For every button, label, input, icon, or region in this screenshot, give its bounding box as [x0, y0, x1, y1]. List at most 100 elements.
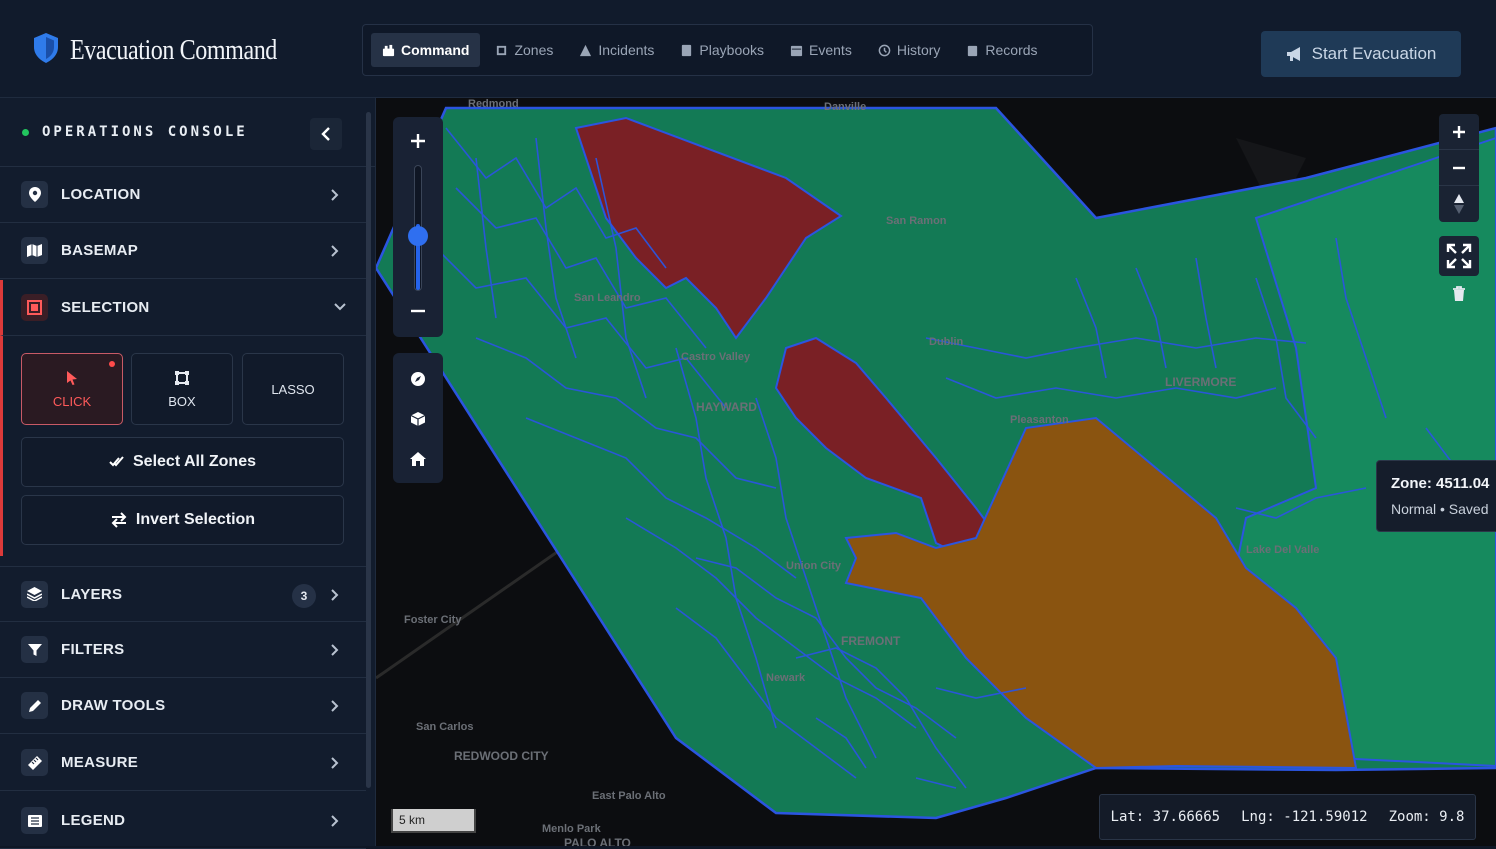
zone-map-canvas[interactable] — [376, 98, 1496, 846]
place-label: FREMONT — [841, 634, 901, 648]
layers-icon — [21, 580, 48, 608]
place-label: Pleasanton — [1010, 414, 1069, 426]
plus-icon — [1453, 125, 1465, 138]
right-zoom-in-button[interactable] — [1439, 114, 1479, 150]
tab-playbooks[interactable]: Playbooks — [669, 33, 775, 67]
tab-incidents[interactable]: Incidents — [568, 33, 665, 67]
plus-icon — [411, 134, 425, 148]
section-selection[interactable]: SELECTION — [0, 280, 366, 336]
tab-events[interactable]: Events — [779, 33, 863, 67]
tab-label: Events — [809, 42, 852, 58]
fullscreen-icon — [1446, 243, 1472, 269]
3d-view-button[interactable] — [393, 401, 443, 437]
north-arrow-icon — [1454, 194, 1464, 214]
place-label: REDWOOD CITY — [454, 749, 549, 763]
section-label: LAYERS — [61, 585, 123, 603]
tab-zones[interactable]: Zones — [484, 33, 564, 67]
place-label: San Ramon — [886, 215, 947, 227]
invert-label: Invert Selection — [135, 511, 256, 528]
section-location[interactable]: LOCATION — [0, 167, 366, 223]
tab-label: Zones — [514, 42, 554, 58]
place-label: HAYWARD — [696, 400, 757, 414]
latitude-readout: Lat: 37.66665 — [1110, 809, 1221, 825]
right-map-controls — [1439, 114, 1479, 222]
chevron-right-icon — [331, 700, 339, 712]
layers-count-badge: 3 — [292, 584, 316, 608]
home-button[interactable] — [393, 441, 443, 477]
place-label: Newark — [766, 672, 806, 684]
section-label: LOCATION — [61, 186, 141, 203]
click-mode-button[interactable]: CLICK — [21, 353, 123, 425]
place-label: PALO ALTO — [564, 836, 631, 846]
megaphone-icon — [1286, 47, 1300, 61]
select-all-label: Select All Zones — [133, 453, 256, 470]
right-zoom-out-button[interactable] — [1439, 150, 1479, 186]
tooltip-zone-status: Normal • Saved — [1391, 501, 1489, 517]
mode-label: CLICK — [52, 393, 92, 409]
warning-icon — [580, 44, 592, 56]
compass-button[interactable] — [393, 361, 443, 397]
section-measure[interactable]: MEASURE — [0, 735, 366, 791]
selection-panel: CLICK BOX LASSO Select All Zones Invert … — [0, 336, 366, 556]
home-icon — [410, 452, 426, 466]
fullscreen-button[interactable] — [1439, 236, 1479, 276]
chevron-down-icon — [334, 303, 346, 311]
place-label: Union City — [786, 560, 841, 572]
tab-history[interactable]: History — [867, 33, 952, 67]
trash-icon — [1453, 286, 1465, 301]
scale-bar: 5 km — [391, 809, 476, 833]
chevron-right-icon — [331, 757, 339, 769]
mode-label: LASSO — [271, 381, 315, 397]
select-all-zones-button[interactable]: Select All Zones — [21, 437, 344, 487]
place-label: Redmond — [468, 98, 519, 110]
section-label: FILTERS — [61, 641, 125, 658]
map-nav-control — [393, 353, 443, 483]
start-evacuation-label: Start Evacuation — [1311, 44, 1437, 63]
section-draw-tools[interactable]: DRAW TOOLS — [0, 678, 366, 734]
list-icon — [21, 807, 48, 834]
section-layers[interactable]: LAYERS 3 — [0, 566, 366, 622]
place-label: Castro Valley — [681, 351, 751, 363]
place-label: LIVERMORE — [1165, 375, 1237, 389]
place-label: Menlo Park — [542, 823, 601, 835]
section-label: SELECTION — [61, 299, 150, 316]
delete-drawing-button[interactable] — [1447, 282, 1471, 306]
cursor-icon — [67, 370, 77, 385]
reset-north-button[interactable] — [1439, 186, 1479, 222]
place-label: San Carlos — [416, 721, 474, 733]
section-basemap[interactable]: BASEMAP — [0, 223, 366, 279]
box-mode-button[interactable]: BOX — [131, 353, 233, 425]
section-label: BASEMAP — [61, 242, 139, 259]
zone-tooltip: Zone: 4511.04 Normal • Saved — [1376, 460, 1496, 532]
zones-icon — [497, 45, 507, 55]
lasso-mode-button[interactable]: LASSO — [242, 353, 344, 425]
chevron-right-icon — [331, 189, 339, 201]
coordinate-readout: Lat: 37.66665 Lng: -121.59012 Zoom: 9.8 — [1099, 794, 1476, 840]
active-indicator — [109, 361, 115, 367]
place-label: East Palo Alto — [592, 790, 666, 802]
tab-records[interactable]: Records — [955, 33, 1048, 67]
invert-selection-button[interactable]: Invert Selection — [21, 495, 344, 545]
zoom-out-button[interactable] — [393, 295, 443, 327]
place-label: Foster City — [404, 614, 462, 626]
start-evacuation-button[interactable]: Start Evacuation — [1261, 31, 1461, 77]
section-label: MEASURE — [61, 754, 139, 771]
chevron-left-icon — [321, 127, 330, 141]
sidebar-scrollbar[interactable] — [366, 112, 371, 788]
collapse-sidebar-button[interactable] — [310, 118, 342, 150]
zoom-slider-track[interactable] — [408, 165, 428, 291]
section-label: LEGEND — [61, 812, 126, 829]
box-select-icon — [175, 370, 189, 385]
zoom-in-button[interactable] — [393, 125, 443, 157]
tab-command[interactable]: Command — [371, 33, 481, 67]
section-legend[interactable]: LEGEND — [0, 793, 366, 849]
cube-icon — [410, 412, 426, 426]
zoom-slider-handle[interactable] — [408, 226, 428, 246]
scale-label: 5 km — [399, 813, 426, 827]
longitude-readout: Lng: -121.59012 — [1241, 809, 1368, 825]
command-icon — [382, 44, 395, 56]
section-filters[interactable]: FILTERS — [0, 622, 366, 678]
clipboard-icon — [968, 45, 978, 56]
pencil-icon — [21, 692, 48, 719]
evacuation-map[interactable]: Danville San Ramon Dublin LIVERMORE Plea… — [376, 98, 1496, 846]
